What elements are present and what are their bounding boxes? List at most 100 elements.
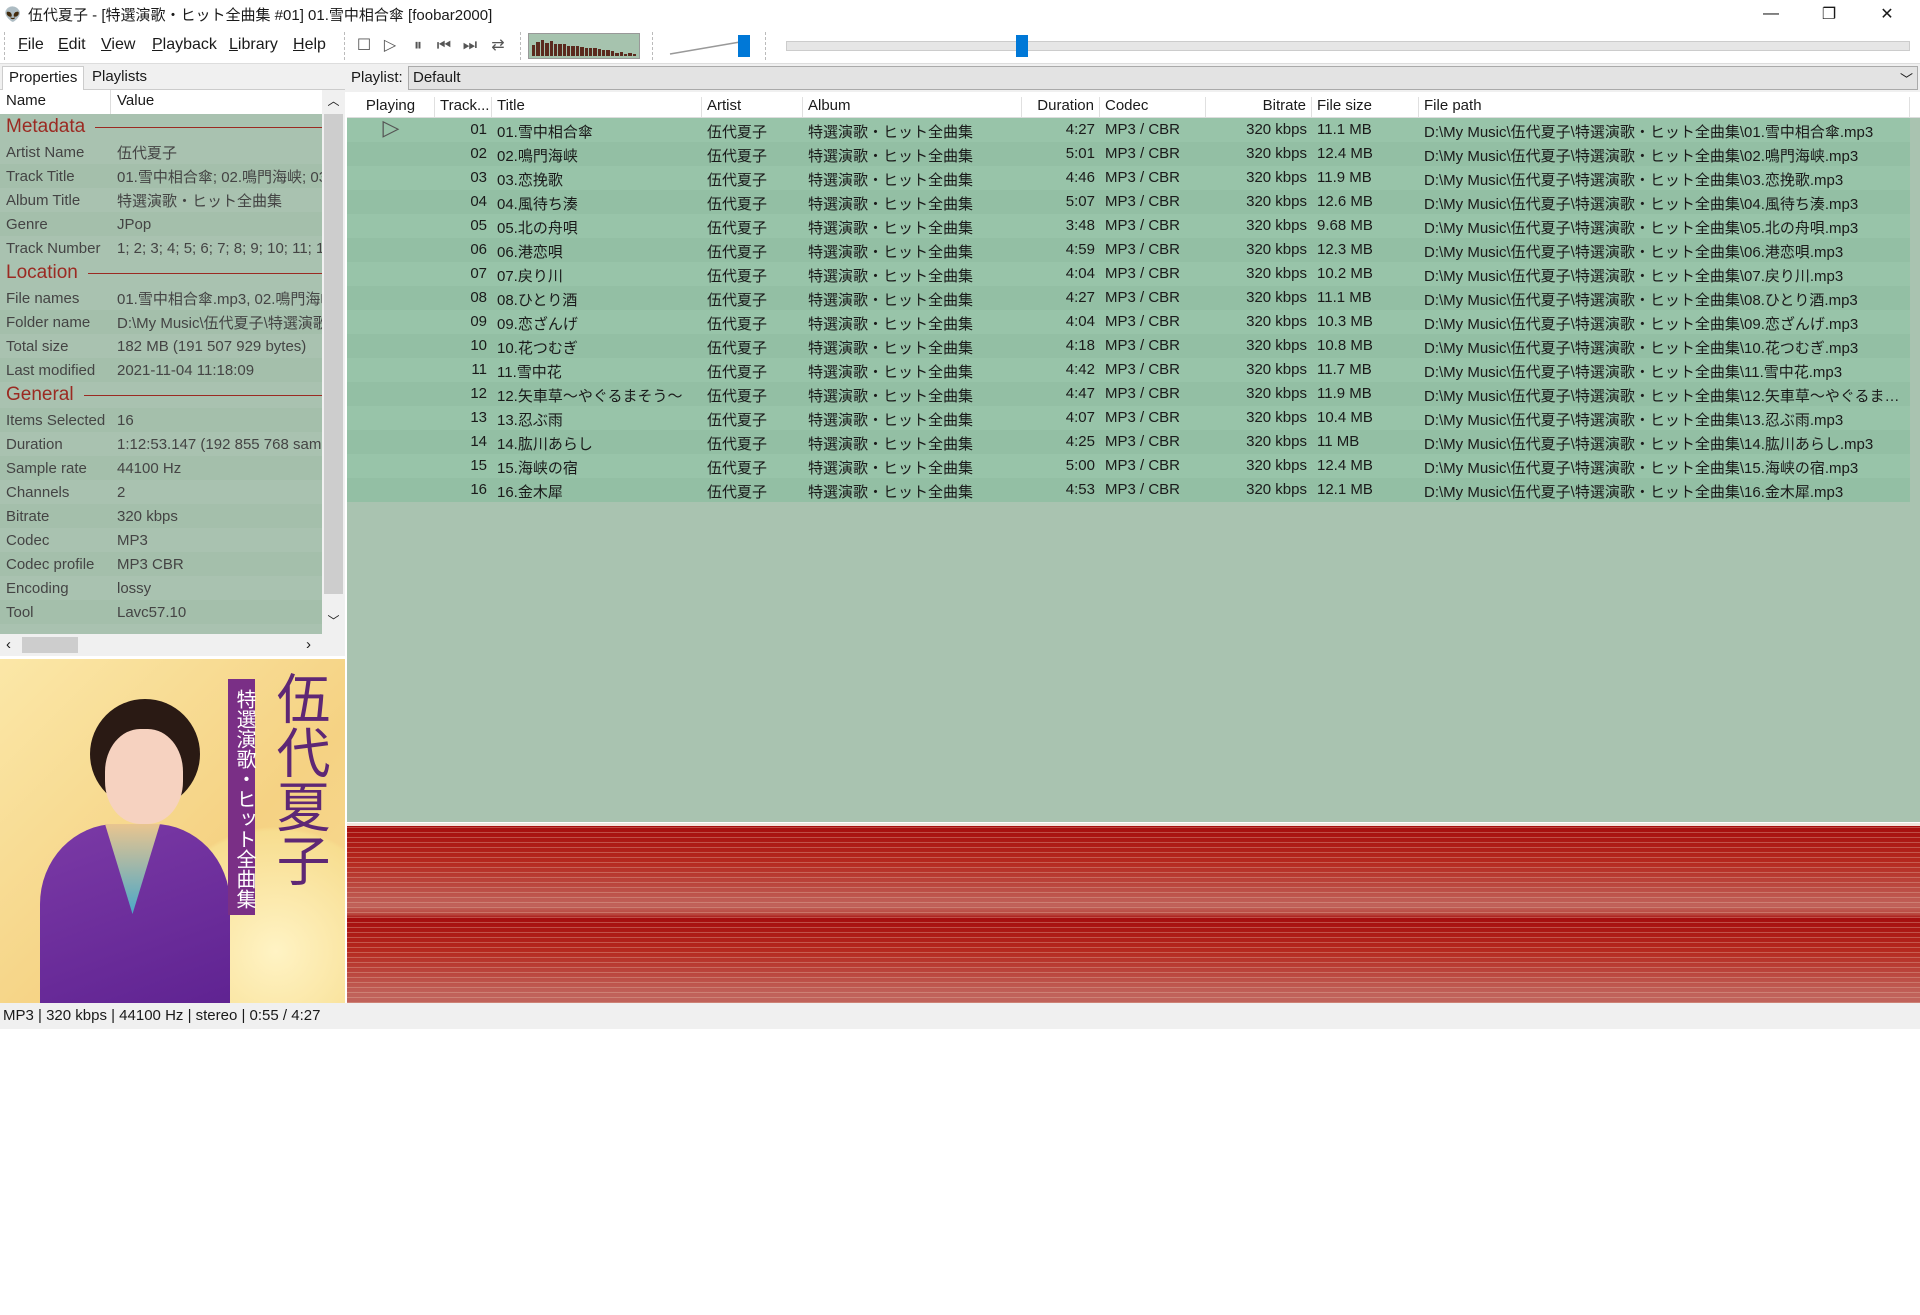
menu-file[interactable]: File <box>18 36 44 54</box>
menu-help[interactable]: Help <box>293 36 326 54</box>
properties-panel: Name Value Metadata Artist Name 伍代夏子 Track … <box>0 90 345 634</box>
tab-properties[interactable]: Properties <box>2 66 85 90</box>
volume-slider[interactable] <box>668 34 754 58</box>
playlist-row[interactable]: 14 14.肱川あらし 伍代夏子 特選演歌・ヒット全曲集 4:25 MP3 / CBR 32… <box>347 430 1910 454</box>
properties-vertical-scrollbar[interactable]: ︿ ﹀ <box>322 90 345 634</box>
playlist-row[interactable]: 16 16.金木犀 伍代夏子 特選演歌・ヒット全曲集 4:53 MP3 / CBR 320 … <box>347 478 1910 502</box>
column-name[interactable]: Name <box>0 90 111 114</box>
cell-title: 10.花つむぎ <box>497 340 578 357</box>
playlist-row[interactable]: 05 05.北の舟唄 伍代夏子 特選演歌・ヒット全曲集 3:48 MP3 / CBR 320… <box>347 214 1910 238</box>
cell-artist: 伍代夏子 <box>707 124 768 141</box>
column-file-path[interactable]: File path <box>1419 97 1910 117</box>
playlist-row[interactable]: ▷ 01 01.雪中相合傘 伍代夏子 特選演歌・ヒット全曲集 4:27 MP3 / CBR 3… <box>347 115 1910 142</box>
property-row[interactable]: Track Title 01.雪中相合傘; 02.鳴門海峡; 03.恋挽歌 <box>0 164 322 188</box>
scroll-thumb[interactable] <box>22 637 78 653</box>
cell-title: 14.肱川あらし <box>497 436 593 453</box>
property-row[interactable]: Total size 182 MB (191 507 929 bytes) <box>0 334 322 358</box>
cell-codec: MP3 / CBR <box>1105 409 1181 426</box>
scroll-thumb[interactable] <box>324 114 343 594</box>
column-codec[interactable]: Codec <box>1100 97 1206 117</box>
menu-library[interactable]: Library <box>229 36 278 54</box>
property-row[interactable]: Artist Name 伍代夏子 <box>0 140 322 164</box>
property-row[interactable]: Last modified 2021-11-04 11:18:09 <box>0 358 322 382</box>
cell-bitrate: 320 kbps <box>1246 313 1307 330</box>
playlist-row[interactable]: 08 08.ひとり酒 伍代夏子 特選演歌・ヒット全曲集 4:27 MP3 / CBR 320… <box>347 286 1910 310</box>
cell-duration: 4:04 <box>1065 265 1095 282</box>
menu-edit[interactable]: Edit <box>58 36 86 54</box>
column-duration[interactable]: Duration <box>1022 97 1100 117</box>
property-row[interactable]: Tool Lavc57.10 <box>0 600 322 624</box>
column-title[interactable]: Title <box>492 97 702 117</box>
playlist-row[interactable]: 10 10.花つむぎ 伍代夏子 特選演歌・ヒット全曲集 4:18 MP3 / CBR 320… <box>347 334 1910 358</box>
column-track[interactable]: Track... <box>435 97 492 117</box>
cell-track-number: 01 <box>470 121 487 138</box>
cell-file-size: 10.2 MB <box>1317 265 1373 282</box>
property-row[interactable]: Genre JPop <box>0 212 322 236</box>
property-row[interactable]: Track Number 1; 2; 3; 4; 5; 6; 7; 8; 9; 1… <box>0 236 322 260</box>
cell-file-path: D:\My Music\伍代夏子\特選演歌・ヒット全曲集\09.恋ざんげ.mp3 <box>1424 316 1859 333</box>
seek-thumb[interactable] <box>1015 35 1028 57</box>
column-bitrate[interactable]: Bitrate <box>1206 97 1312 117</box>
play-icon[interactable]: ▷ <box>380 36 400 56</box>
seek-bar[interactable] <box>786 35 1910 57</box>
cell-artist: 伍代夏子 <box>707 436 768 453</box>
spectrum-bar <box>532 45 536 56</box>
playlist-row[interactable]: 15 15.海峡の宿 伍代夏子 特選演歌・ヒット全曲集 5:00 MP3 / CBR 320… <box>347 454 1910 478</box>
close-button[interactable]: ✕ <box>1858 0 1916 28</box>
stop-icon[interactable]: ☐ <box>354 36 374 56</box>
property-row[interactable]: Codec profile MP3 CBR <box>0 552 322 576</box>
minimize-button[interactable]: — <box>1742 0 1800 28</box>
menu-view[interactable]: View <box>101 36 135 54</box>
playlist-row[interactable]: 04 04.風待ち湊 伍代夏子 特選演歌・ヒット全曲集 5:07 MP3 / CBR 320… <box>347 190 1910 214</box>
cell-file-size: 9.68 MB <box>1317 217 1373 234</box>
property-row[interactable]: Codec MP3 <box>0 528 322 552</box>
column-artist[interactable]: Artist <box>702 97 803 117</box>
playlist-row[interactable]: 06 06.港恋唄 伍代夏子 特選演歌・ヒット全曲集 4:59 MP3 / CBR 320 … <box>347 238 1910 262</box>
cell-duration: 4:46 <box>1065 169 1095 186</box>
property-row[interactable]: Folder name D:\My Music\伍代夏子\特選演歌 <box>0 310 322 334</box>
property-row[interactable]: Sample rate 44100 Hz <box>0 456 322 480</box>
playlist-row[interactable]: 07 07.戻り川 伍代夏子 特選演歌・ヒット全曲集 4:04 MP3 / CBR 320 … <box>347 262 1910 286</box>
cell-duration: 4:59 <box>1065 241 1095 258</box>
playlist-row[interactable]: 11 11.雪中花 伍代夏子 特選演歌・ヒット全曲集 4:42 MP3 / CBR 320 … <box>347 358 1910 382</box>
cell-file-size: 11.9 MB <box>1317 385 1372 402</box>
property-name: Tool <box>6 603 34 621</box>
column-album[interactable]: Album <box>803 97 1022 117</box>
playlist-row[interactable]: 13 13.忍ぶ雨 伍代夏子 特選演歌・ヒット全曲集 4:07 MP3 / CBR 320 … <box>347 406 1910 430</box>
property-row[interactable]: Album Title 特選演歌・ヒット全曲集 <box>0 188 322 212</box>
cell-track-number: 05 <box>470 217 487 234</box>
restore-button[interactable]: ❐ <box>1800 0 1858 28</box>
volume-thumb[interactable] <box>738 35 750 57</box>
scroll-up-icon[interactable]: ︿ <box>322 90 345 112</box>
playlist-row[interactable]: 02 02.鳴門海峡 伍代夏子 特選演歌・ヒット全曲集 5:01 MP3 / CBR 320… <box>347 142 1910 166</box>
playlist-row[interactable]: 03 03.恋挽歌 伍代夏子 特選演歌・ヒット全曲集 4:46 MP3 / CBR 320 … <box>347 166 1910 190</box>
property-row[interactable]: Channels 2 <box>0 480 322 504</box>
property-name: Codec profile <box>6 555 95 573</box>
menu-playback[interactable]: Playback <box>152 36 217 54</box>
column-file-size[interactable]: File size <box>1312 97 1419 117</box>
cell-album: 特選演歌・ヒット全曲集 <box>808 340 974 357</box>
scroll-left-icon[interactable]: ‹ <box>6 636 11 653</box>
property-name: Folder name <box>6 313 91 331</box>
column-value[interactable]: Value <box>111 90 160 114</box>
property-row[interactable]: Bitrate 320 kbps <box>0 504 322 528</box>
property-row[interactable]: Duration 1:12:53.147 (192 855 768 samples… <box>0 432 322 456</box>
playlist-dropdown[interactable]: Default ﹀ <box>408 66 1918 90</box>
cell-bitrate: 320 kbps <box>1246 385 1307 402</box>
playlist-row[interactable]: 09 09.恋ざんげ 伍代夏子 特選演歌・ヒット全曲集 4:04 MP3 / CBR 320… <box>347 310 1910 334</box>
property-row[interactable]: File names 01.雪中相合傘.mp3, 02.鳴門海峡 <box>0 286 322 310</box>
column-playing[interactable]: Playing <box>347 97 435 117</box>
property-row[interactable]: Items Selected 16 <box>0 408 322 432</box>
playlist-label: Playlist: <box>351 69 403 86</box>
cell-file-size: 12.4 MB <box>1317 145 1373 162</box>
tab-playlists[interactable]: Playlists <box>86 66 153 90</box>
previous-icon[interactable]: ⏮ <box>434 36 454 56</box>
playlist-row[interactable]: 12 12.矢車草～やぐるまそう～ 伍代夏子 特選演歌・ヒット全曲集 4:47 MP3 /… <box>347 382 1910 406</box>
pause-icon[interactable]: ⏸ <box>408 36 428 56</box>
scroll-right-icon[interactable]: › <box>306 636 311 653</box>
random-icon[interactable]: ⇄ <box>488 36 508 56</box>
scroll-down-icon[interactable]: ﹀ <box>322 612 345 634</box>
properties-horizontal-scrollbar[interactable]: ‹ › <box>0 634 345 656</box>
property-row[interactable]: Encoding lossy <box>0 576 322 600</box>
next-icon[interactable]: ⏭ <box>460 36 480 56</box>
